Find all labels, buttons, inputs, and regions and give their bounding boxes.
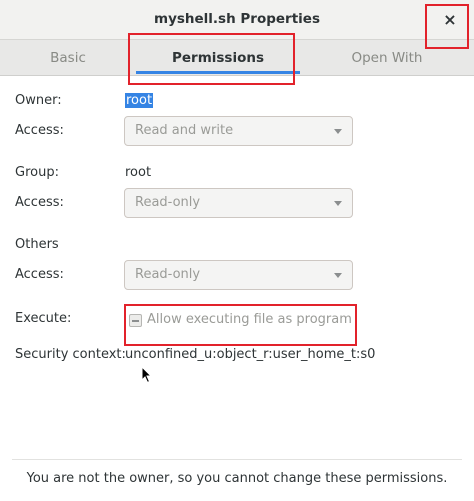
chevron-down-icon <box>334 129 342 134</box>
tab-bar: Basic Permissions Open With <box>0 40 474 76</box>
security-context-label: Security context: <box>15 347 126 362</box>
owner-label: Owner: <box>15 93 62 108</box>
close-button[interactable]: × <box>440 10 460 30</box>
tab-basic[interactable]: Basic <box>0 40 136 76</box>
title-bar: myshell.sh Properties × <box>0 0 474 40</box>
tab-permissions[interactable]: Permissions <box>136 40 300 76</box>
tab-open-with[interactable]: Open With <box>300 40 474 76</box>
owner-value[interactable]: root <box>125 93 154 108</box>
execute-label: Execute: <box>15 311 72 326</box>
close-icon: × <box>443 10 457 29</box>
others-access-combo[interactable]: Read-only <box>124 260 353 290</box>
owner-access-label: Access: <box>15 123 64 138</box>
group-access-value: Read-only <box>135 195 201 210</box>
others-access-label: Access: <box>15 267 64 282</box>
group-access-combo[interactable]: Read-only <box>124 188 353 218</box>
chevron-down-icon <box>334 201 342 206</box>
footer-divider <box>12 459 462 460</box>
owner-name-selected[interactable]: root <box>125 93 154 108</box>
group-label: Group: <box>15 165 59 180</box>
checkbox-mixed-icon <box>129 314 142 327</box>
footer-message: You are not the owner, so you cannot cha… <box>26 471 448 486</box>
owner-access-combo[interactable]: Read and write <box>124 116 353 146</box>
mouse-pointer-icon <box>141 366 153 384</box>
owner-access-value: Read and write <box>135 123 234 138</box>
allow-executing-label: Allow executing file as program <box>147 312 352 327</box>
window-title: myshell.sh Properties <box>154 11 320 27</box>
group-value: root <box>125 165 152 180</box>
group-access-label: Access: <box>15 195 64 210</box>
chevron-down-icon <box>334 273 342 278</box>
others-access-value: Read-only <box>135 267 201 282</box>
security-context-value: unconfined_u:object_r:user_home_t:s0 <box>125 347 376 362</box>
others-label: Others <box>15 237 59 252</box>
